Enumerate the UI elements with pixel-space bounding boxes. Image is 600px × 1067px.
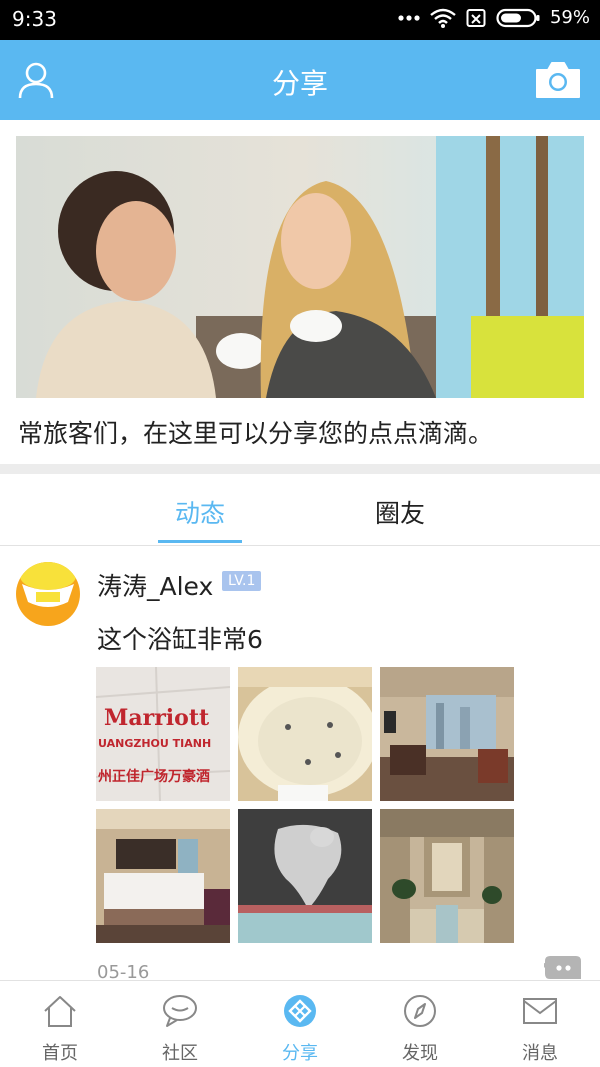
photo-sign-line1: Marriott <box>104 705 210 731</box>
status-time: 9:33 <box>12 7 57 31</box>
status-bar: 9:33 59% <box>0 0 600 40</box>
dots-icon <box>398 14 420 21</box>
share-icon <box>284 995 316 1027</box>
nav-label-share: 分享 <box>282 1043 318 1064</box>
tab-friends[interactable]: 圈友 <box>340 494 460 530</box>
nav-label-community: 社区 <box>162 1043 198 1064</box>
photo-sign-line3: 州正佳广场万豪酒 <box>97 768 210 785</box>
bathtub-photo <box>238 667 372 801</box>
banner-caption: 常旅客们，在这里可以分享您的点点滴滴。 <box>18 419 494 448</box>
lobby-photo <box>380 809 514 943</box>
post-photo[interactable] <box>238 809 372 943</box>
home-icon <box>44 996 76 1027</box>
post-photo[interactable] <box>380 809 514 943</box>
post-photo[interactable] <box>238 667 372 801</box>
post-photo[interactable]: Marriott UANGZHOU TIANH 州正佳广场万豪酒 <box>96 667 230 801</box>
nav-item-home[interactable]: 首页 <box>0 981 120 1067</box>
bottom-nav: 首页 社区 分享 发现 消息 <box>0 980 600 1067</box>
nav-item-community[interactable]: 社区 <box>120 981 240 1067</box>
battery-percent: 59% <box>549 7 590 28</box>
nav-item-share[interactable]: 分享 <box>240 981 360 1067</box>
pool-statue-photo <box>238 809 372 943</box>
chat-bubble-icon <box>163 995 197 1027</box>
nav-item-messages[interactable]: 消息 <box>480 981 600 1067</box>
section-divider <box>0 464 600 474</box>
battery-icon <box>496 8 540 27</box>
no-sim-icon <box>466 8 486 27</box>
photo-grid: Marriott UANGZHOU TIANH 州正佳广场万豪酒 <box>96 667 516 944</box>
avatar-image <box>16 562 80 626</box>
tab-bar: 动态 圈友 <box>0 474 600 546</box>
feed-post: 涛涛_Alex LV.1 这个浴缸非常6 Marriott UANGZHOU T… <box>0 546 600 983</box>
comment-icon[interactable] <box>544 954 582 980</box>
wifi-icon <box>430 8 456 28</box>
bedroom-photo <box>96 809 230 943</box>
mail-icon <box>523 998 557 1024</box>
post-photo[interactable] <box>380 667 514 801</box>
app-header: 分享 <box>0 40 600 120</box>
marriott-sign-photo: Marriott UANGZHOU TIANH 州正佳广场万豪酒 <box>96 667 230 801</box>
status-icons: 59% <box>398 7 590 28</box>
nav-item-discover[interactable]: 发现 <box>360 981 480 1067</box>
tab-feed[interactable]: 动态 <box>140 494 260 530</box>
compass-icon <box>404 995 436 1027</box>
tab-active-indicator <box>158 540 242 543</box>
banner-photo <box>16 136 584 398</box>
photo-sign-line2: UANGZHOU TIANH <box>98 737 211 750</box>
camera-icon[interactable] <box>534 60 582 100</box>
post-photo[interactable] <box>96 809 230 943</box>
post-username[interactable]: 涛涛_Alex <box>97 567 213 603</box>
avatar[interactable] <box>16 562 80 626</box>
post-text: 这个浴缸非常6 <box>97 625 263 654</box>
nav-label-messages: 消息 <box>522 1043 558 1064</box>
banner-image[interactable] <box>16 136 584 398</box>
nav-label-discover: 发现 <box>402 1043 438 1064</box>
level-badge: LV.1 <box>222 571 262 591</box>
nav-label-home: 首页 <box>42 1043 78 1064</box>
living-room-photo <box>380 667 514 801</box>
page-title: 分享 <box>271 67 328 100</box>
